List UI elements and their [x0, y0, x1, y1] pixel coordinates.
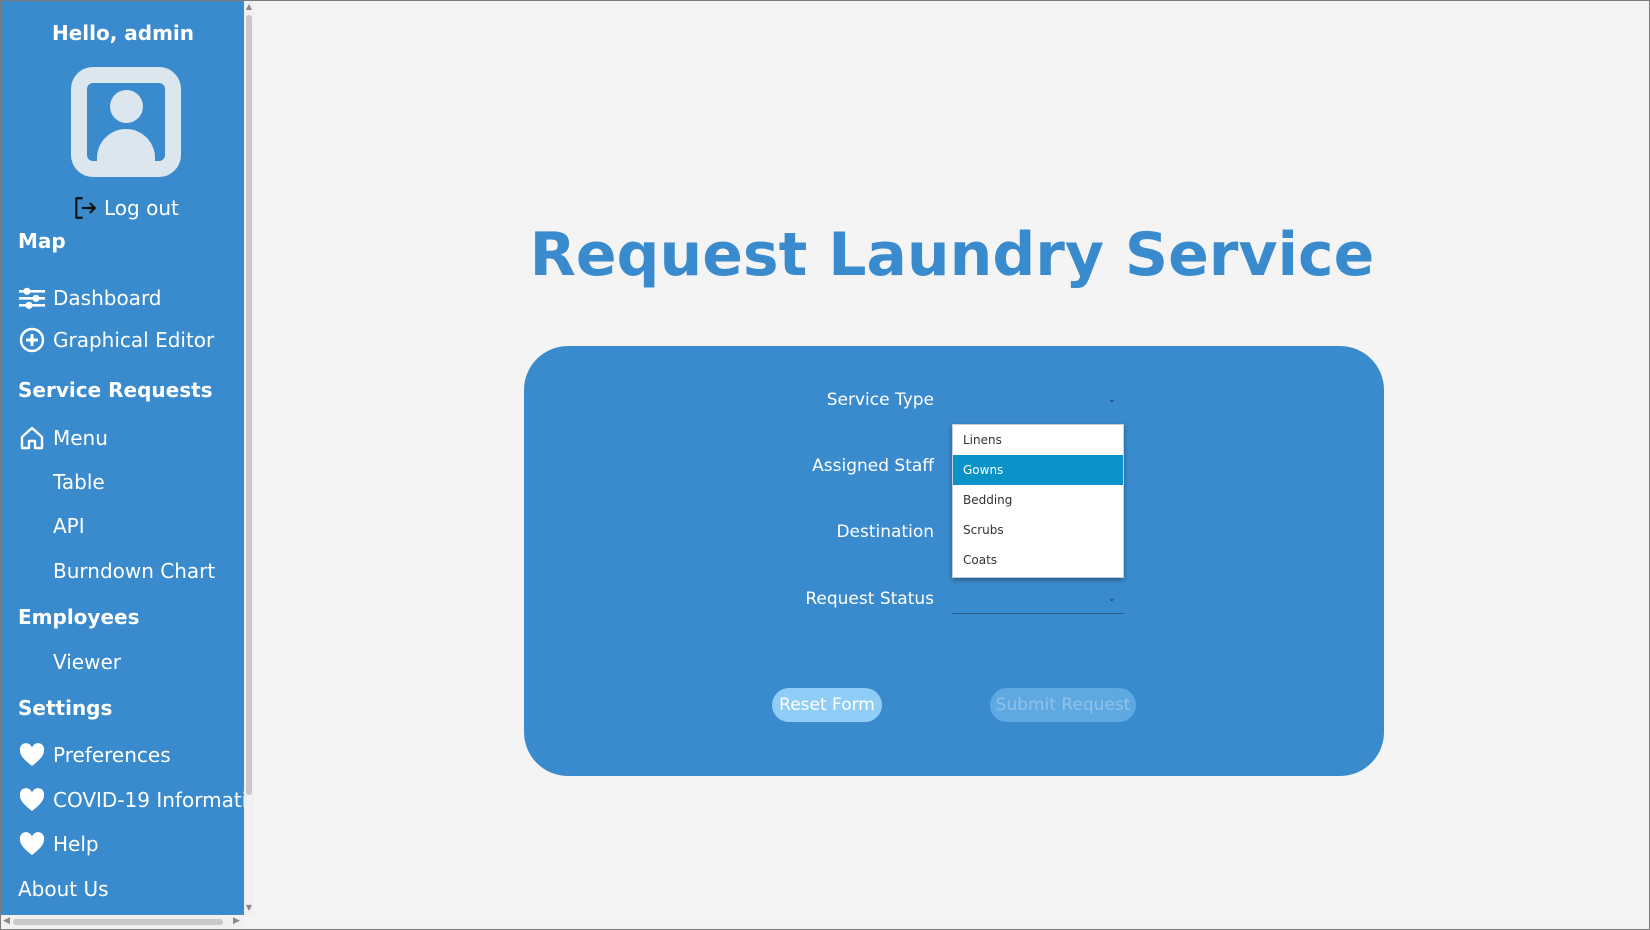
sidebar-item-api[interactable]: API	[53, 510, 85, 542]
scrollbar-thumb[interactable]	[246, 15, 252, 795]
destination-label: Destination	[836, 522, 934, 542]
dropdown-option-linens[interactable]: Linens	[953, 425, 1123, 455]
logout-label: Log out	[104, 196, 179, 220]
sidebar: Hello, admin Log out Map Dashboard Graph…	[1, 1, 245, 915]
sidebar-item-label: Dashboard	[53, 286, 162, 310]
sidebar-item-label: Table	[53, 470, 105, 494]
scroll-up-icon[interactable]: ▲	[245, 2, 253, 12]
assigned-staff-label: Assigned Staff	[812, 456, 934, 476]
sidebar-item-preferences[interactable]: Preferences	[18, 739, 171, 771]
sidebar-item-label: Graphical Editor	[53, 328, 215, 352]
section-employees: Employees	[18, 605, 140, 629]
sidebar-item-label: Menu	[53, 426, 108, 450]
request-form-card: Service Type ⌄ Assigned Staff Destinatio…	[524, 346, 1384, 776]
scroll-left-icon[interactable]: ◀	[3, 915, 10, 928]
sidebar-item-menu[interactable]: Menu	[18, 422, 108, 454]
section-settings: Settings	[18, 696, 113, 720]
dropdown-option-scrubs[interactable]: Scrubs	[953, 515, 1123, 545]
sidebar-item-covid[interactable]: COVID-19 Informati...	[18, 784, 245, 816]
chevron-down-icon: ⌄	[1107, 394, 1116, 405]
request-status-select[interactable]: ⌄	[952, 583, 1124, 614]
sidebar-horizontal-scrollbar[interactable]: ◀ ▶	[1, 915, 244, 928]
service-type-select[interactable]: ⌄	[952, 384, 1124, 414]
sidebar-item-burndown-chart[interactable]: Burndown Chart	[53, 555, 215, 587]
section-map: Map	[18, 229, 66, 253]
sidebar-item-label: Burndown Chart	[53, 559, 216, 583]
service-type-dropdown: Linens Gowns Bedding Scrubs Coats	[952, 424, 1124, 578]
dropdown-option-coats[interactable]: Coats	[953, 545, 1123, 575]
sidebar-item-dashboard[interactable]: Dashboard	[18, 282, 162, 314]
heart-icon	[18, 741, 46, 769]
sidebar-item-label: API	[53, 514, 85, 538]
sidebar-item-label: Help	[53, 832, 99, 856]
heart-icon	[18, 786, 46, 814]
sidebar-vertical-scrollbar[interactable]: ▲ ▼	[244, 1, 254, 915]
plus-circle-icon	[18, 326, 46, 354]
request-status-label: Request Status	[805, 589, 934, 609]
section-service-requests: Service Requests	[18, 378, 213, 402]
scrollbar-thumb[interactable]	[13, 919, 223, 925]
dropdown-option-bedding[interactable]: Bedding	[953, 485, 1123, 515]
sidebar-item-about-us[interactable]: About Us	[18, 873, 109, 905]
greeting: Hello, admin	[51, 21, 195, 45]
heart-icon	[18, 830, 46, 858]
sidebar-item-label: Viewer	[53, 650, 121, 674]
submit-request-button[interactable]: Submit Request	[990, 688, 1136, 722]
sidebar-item-table[interactable]: Table	[53, 466, 105, 498]
dropdown-option-gowns[interactable]: Gowns	[953, 455, 1123, 485]
scroll-down-icon[interactable]: ▼	[245, 903, 253, 913]
avatar	[71, 67, 181, 177]
logout-button[interactable]: Log out	[72, 193, 179, 223]
sidebar-item-viewer[interactable]: Viewer	[53, 646, 121, 678]
home-icon	[18, 424, 46, 452]
chevron-down-icon: ⌄	[1107, 593, 1116, 604]
sidebar-item-label: COVID-19 Informati...	[53, 788, 245, 812]
page-title: Request Laundry Service	[529, 220, 1375, 290]
sidebar-item-help[interactable]: Help	[18, 828, 99, 860]
reset-form-button[interactable]: Reset Form	[772, 688, 882, 722]
scroll-right-icon[interactable]: ▶	[233, 915, 240, 928]
user-icon	[87, 83, 165, 161]
sliders-icon	[18, 284, 46, 312]
logout-icon	[75, 197, 96, 219]
sidebar-item-label: Preferences	[53, 743, 171, 767]
service-type-label: Service Type	[826, 390, 934, 410]
sidebar-item-label: About Us	[18, 877, 109, 901]
sidebar-item-graphical-editor[interactable]: Graphical Editor	[18, 324, 214, 356]
